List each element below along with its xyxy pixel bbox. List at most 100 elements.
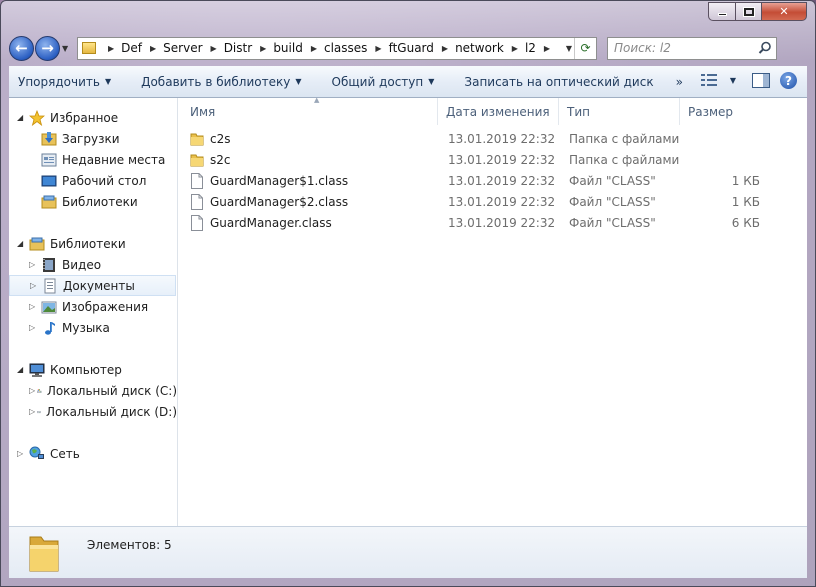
collapsed-arrow-icon[interactable]: ▷	[29, 386, 35, 395]
nav-item-label: Локальный диск (C:)	[46, 383, 177, 398]
share-button[interactable]: Общий доступ ▼	[332, 75, 435, 89]
search-input[interactable]: Поиск: l2	[614, 41, 671, 55]
column-header-size[interactable]: Размер	[680, 98, 770, 125]
folder-icon	[29, 536, 59, 571]
sort-ascending-icon: ▲	[314, 96, 320, 104]
breadcrumb-item[interactable]: l2	[525, 41, 536, 55]
expanded-arrow-icon[interactable]: ◢	[17, 239, 27, 248]
breadcrumb-separator-icon[interactable]: ▶	[211, 44, 217, 53]
nav-item-desktop[interactable]: Рабочий стол	[9, 170, 177, 191]
breadcrumb-item[interactable]: Server	[163, 41, 202, 55]
nav-item-pictures[interactable]: ▷ Изображения	[9, 296, 177, 317]
breadcrumb-item[interactable]: Def	[121, 41, 142, 55]
search-box[interactable]: Поиск: l2	[607, 36, 777, 60]
collapsed-arrow-icon[interactable]: ▷	[29, 260, 39, 269]
table-row[interactable]: GuardManager$2.class 13.01.2019 22:32 Фа…	[178, 191, 807, 212]
collapsed-arrow-icon[interactable]: ▷	[29, 323, 39, 332]
libraries-icon	[41, 195, 57, 208]
file-size: 1 КБ	[731, 173, 760, 188]
breadcrumb-item[interactable]: Distr	[224, 41, 252, 55]
nav-item-label: Документы	[63, 278, 135, 293]
file-size: 6 КБ	[731, 215, 760, 230]
nav-group-libraries[interactable]: ◢ Библиотеки	[9, 233, 177, 254]
table-row[interactable]: GuardManager$1.class 13.01.2019 22:32 Фа…	[178, 170, 807, 191]
file-date: 13.01.2019 22:32	[448, 173, 556, 188]
expanded-arrow-icon[interactable]: ◢	[17, 113, 27, 122]
help-icon[interactable]: ?	[780, 72, 797, 89]
forward-button[interactable]: →	[35, 35, 60, 61]
view-dropdown-icon[interactable]: ▼	[730, 76, 736, 85]
breadcrumb-separator-icon[interactable]: ▶	[375, 44, 381, 53]
arrow-right-icon: →	[41, 39, 54, 57]
chevron-down-icon: ▼	[428, 77, 435, 86]
computer-icon	[29, 363, 45, 377]
recent-pages-dropdown[interactable]: ▼	[62, 44, 72, 53]
breadcrumb-separator-icon[interactable]: ▶	[544, 44, 550, 53]
nav-group-favorites[interactable]: ◢ Избранное	[9, 107, 177, 128]
share-label: Общий доступ	[331, 74, 424, 89]
back-button[interactable]: ←	[9, 35, 34, 61]
add-to-library-label: Добавить в библиотеку	[141, 74, 291, 89]
nav-item-libraries-shortcut[interactable]: Библиотеки	[9, 191, 177, 212]
breadcrumb-item[interactable]: network	[455, 41, 504, 55]
preview-pane-icon[interactable]	[752, 73, 770, 88]
nav-group-label: Компьютер	[50, 362, 122, 377]
file-date: 13.01.2019 22:32	[448, 194, 556, 209]
nav-item-downloads[interactable]: Загрузки	[9, 128, 177, 149]
breadcrumb-separator-icon[interactable]: ▶	[150, 44, 156, 53]
breadcrumb-separator-icon[interactable]: ▶	[442, 44, 448, 53]
refresh-button[interactable]: ⟳	[574, 37, 596, 59]
collapsed-arrow-icon[interactable]: ▷	[17, 449, 27, 458]
file-name: GuardManager$2.class	[210, 194, 349, 209]
expanded-arrow-icon[interactable]: ◢	[17, 365, 27, 374]
breadcrumb-item[interactable]: ftGuard	[389, 41, 434, 55]
table-row[interactable]: GuardManager.class 13.01.2019 22:32 Файл…	[178, 212, 807, 233]
refresh-icon: ⟳	[580, 41, 591, 55]
table-row[interactable]: c2s 13.01.2019 22:32 Папка с файлами	[178, 128, 807, 149]
chevron-down-icon: ▼	[62, 43, 69, 53]
arrow-left-icon: ←	[15, 39, 28, 57]
more-commands-button[interactable]: »	[676, 75, 683, 89]
breadcrumb-separator-icon[interactable]: ▶	[260, 44, 266, 53]
breadcrumb-separator-icon[interactable]: ▶	[512, 44, 518, 53]
collapsed-arrow-icon[interactable]: ▷	[30, 281, 40, 290]
maximize-icon	[742, 6, 755, 17]
nav-group-label: Библиотеки	[50, 236, 126, 251]
add-to-library-button[interactable]: Добавить в библиотеку ▼	[141, 75, 301, 89]
file-date: 13.01.2019 22:32	[448, 152, 556, 167]
nav-item-documents[interactable]: ▷ Документы	[9, 275, 176, 296]
minimize-button[interactable]	[708, 2, 735, 21]
burn-button[interactable]: Записать на оптический диск	[464, 75, 653, 89]
search-icon[interactable]	[758, 41, 772, 55]
close-icon: ✕	[779, 5, 789, 18]
table-row[interactable]: s2c 13.01.2019 22:32 Папка с файлами	[178, 149, 807, 170]
column-header-type[interactable]: Тип	[559, 98, 680, 125]
address-history-dropdown[interactable]: ▼	[566, 44, 572, 53]
nav-item-label: Изображения	[62, 299, 149, 314]
column-header-name[interactable]: Имя	[178, 98, 438, 125]
view-options-icon[interactable]	[700, 73, 717, 88]
nav-group-network[interactable]: ▷ Сеть	[9, 443, 177, 464]
organize-button[interactable]: Упорядочить ▼	[18, 75, 111, 89]
nav-group-computer[interactable]: ◢ Компьютер	[9, 359, 177, 380]
nav-group-label: Избранное	[50, 110, 119, 125]
breadcrumb-separator-icon[interactable]: ▶	[311, 44, 317, 53]
breadcrumb-item[interactable]: classes	[324, 41, 367, 55]
column-header-date[interactable]: Дата изменения	[438, 98, 559, 125]
collapsed-arrow-icon[interactable]: ▷	[29, 407, 35, 416]
nav-item-music[interactable]: ▷ Музыка	[9, 317, 177, 338]
address-bar[interactable]: ▶ Def ▶ Server ▶ Distr ▶ build ▶ classes…	[77, 36, 597, 60]
maximize-button[interactable]	[735, 2, 761, 21]
file-list-pane: ▲ Имя Дата изменения Тип Размер c2s 13.0…	[178, 96, 807, 526]
libraries-icon	[29, 237, 45, 250]
chevron-down-icon: ▼	[295, 77, 302, 86]
file-name: GuardManager$1.class	[210, 173, 349, 188]
nav-item-recent-places[interactable]: Недавние места	[9, 149, 177, 170]
breadcrumb-separator-icon[interactable]: ▶	[108, 44, 114, 53]
close-button[interactable]: ✕	[761, 2, 807, 21]
collapsed-arrow-icon[interactable]: ▷	[29, 302, 39, 311]
nav-item-video[interactable]: ▷ Видео	[9, 254, 177, 275]
breadcrumb-item[interactable]: build	[273, 41, 303, 55]
nav-item-drive-c[interactable]: ▷ Локальный диск (C:)	[9, 380, 177, 401]
nav-item-drive-d[interactable]: ▷ Локальный диск (D:)	[9, 401, 177, 422]
